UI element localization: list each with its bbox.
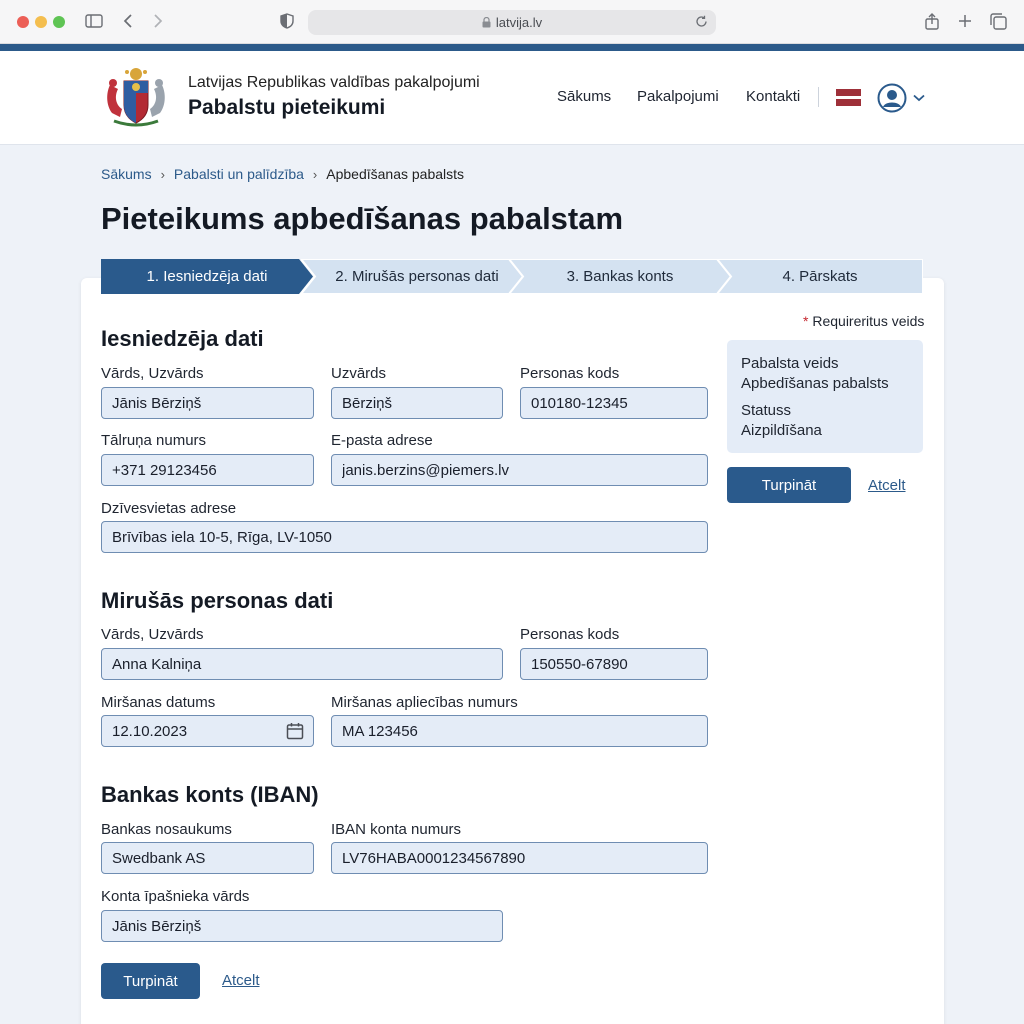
applicant-address-label: Dzīvesvietas adrese <box>101 500 237 517</box>
new-tab-icon[interactable] <box>954 10 976 32</box>
status-value: Aizpildīšana <box>741 422 822 439</box>
step-3-label: 3. Bankas konts <box>566 268 674 285</box>
step-2-label: 2. Mirušās personas dati <box>335 268 499 285</box>
continue-button-bottom[interactable]: Turpināt <box>101 963 200 999</box>
url-text: latvija.lv <box>495 15 543 30</box>
bank-name-label: Bankas nosaukums <box>101 821 232 838</box>
chevron-right-icon: › <box>160 166 165 182</box>
applicant-phone-input[interactable] <box>101 454 314 486</box>
applicant-name-label: Vārds, Uzvārds <box>101 365 204 382</box>
breadcrumb-item-home[interactable]: Sākums <box>101 166 152 182</box>
sidebar-icon[interactable] <box>83 10 105 32</box>
coat-of-arms-logo[interactable] <box>100 65 172 127</box>
chevron-down-icon <box>913 94 925 102</box>
site-title[interactable]: Pabalstu pieteikumi <box>188 96 385 120</box>
benefit-type-label: Pabalsta veids <box>741 355 839 372</box>
breadcrumb-item-current: Apbedīšanas pabalsts <box>326 166 465 182</box>
deceased-name-input[interactable] <box>101 648 503 680</box>
cancel-link-side[interactable]: Atcelt <box>868 477 906 494</box>
benefit-type-value: Apbedīšanas pabalsts <box>741 375 889 392</box>
address-bar[interactable]: latvija.lv <box>308 10 716 35</box>
applicant-personal-code-label: Personas kods <box>520 365 620 382</box>
section-title-applicant: Iesniedzēja dati <box>101 326 264 351</box>
death-certificate-input[interactable] <box>331 715 708 747</box>
tabs-icon[interactable] <box>987 10 1009 32</box>
applicant-name-input[interactable] <box>101 387 314 419</box>
lock-icon <box>482 17 491 28</box>
zoom-window-button[interactable] <box>53 16 65 28</box>
deceased-personal-code-label: Personas kods <box>520 626 620 643</box>
section-title-bank: Bankas konts (IBAN) <box>101 782 319 807</box>
deceased-name-label: Vārds, Uzvārds <box>101 626 204 643</box>
iban-input[interactable] <box>331 842 708 874</box>
step-4-label: 4. Pārskats <box>782 268 858 285</box>
required-note-text: Requireritus veids <box>812 313 925 329</box>
site-header: Latvijas Republikas valdības pakalpojumi… <box>0 51 1024 145</box>
applicant-surname-label: Uzvārds <box>331 365 387 382</box>
calendar-icon[interactable] <box>286 722 304 740</box>
share-icon[interactable] <box>921 10 943 32</box>
nav-item-kontakti[interactable]: Kontakti <box>746 88 800 105</box>
death-certificate-label: Miršanas apliecības numurs <box>331 694 518 711</box>
bank-name-input[interactable] <box>101 842 314 874</box>
deceased-personal-code-input[interactable] <box>520 648 708 680</box>
summary-panel: Pabalsta veids Apbedīšanas pabalsts Stat… <box>727 340 923 453</box>
chevron-right-icon: › <box>312 166 318 182</box>
iban-label: IBAN konta numurs <box>331 821 462 838</box>
status-label: Statuss <box>741 402 792 419</box>
minimize-window-button[interactable] <box>35 16 47 28</box>
browser-toolbar: latvija.lv <box>0 0 1024 44</box>
nav-item-sakums[interactable]: Sākums <box>557 88 611 105</box>
applicant-phone-label: Tālruņa numurs <box>101 432 207 449</box>
step-1[interactable]: 1. Iesniedzēja dati <box>101 259 313 294</box>
user-menu-button[interactable] <box>877 83 927 113</box>
step-3[interactable]: 3. Bankas konts <box>509 259 731 294</box>
account-owner-label: Konta īpašnieka vārds <box>101 888 250 905</box>
reload-icon[interactable] <box>695 15 708 28</box>
latvian-flag-icon[interactable] <box>836 89 861 106</box>
user-avatar-icon <box>877 83 907 113</box>
shield-icon[interactable] <box>276 10 298 32</box>
breadcrumb: Sākums › Pabalsti un palīdzība › Apbedīš… <box>101 166 464 182</box>
continue-button-side[interactable]: Turpināt <box>727 467 851 503</box>
applicant-email-input[interactable] <box>331 454 708 486</box>
forward-icon[interactable] <box>147 10 169 32</box>
accent-stripe <box>0 44 1024 51</box>
close-window-button[interactable] <box>17 16 29 28</box>
step-4[interactable]: 4. Pārskats <box>717 259 923 294</box>
section-title-deceased: Mirušās personas dati <box>101 588 334 613</box>
nav-divider <box>818 87 819 107</box>
step-1-label: 1. Iesniedzēja dati <box>146 268 268 285</box>
step-2[interactable]: 2. Mirušās personas dati <box>301 259 523 294</box>
cancel-link-bottom[interactable]: Atcelt <box>222 972 260 989</box>
applicant-surname-input[interactable] <box>331 387 503 419</box>
death-date-label: Miršanas datums <box>101 694 216 711</box>
progress-stepper: 1. Iesniedzēja dati 2. Mirušās personas … <box>101 259 923 294</box>
back-icon[interactable] <box>117 10 139 32</box>
site-subtitle: Latvijas Republikas valdības pakalpojumi <box>188 74 480 91</box>
applicant-email-label: E-pasta adrese <box>331 432 433 449</box>
applicant-address-input[interactable] <box>101 521 708 553</box>
applicant-personal-code-input[interactable] <box>520 387 708 419</box>
nav-item-pakalpojumi[interactable]: Pakalpojumi <box>637 88 719 105</box>
account-owner-input[interactable] <box>101 910 503 942</box>
death-date-input[interactable] <box>101 715 314 747</box>
breadcrumb-item-benefits[interactable]: Pabalsti un palīdzība <box>174 166 304 182</box>
required-note: * Requireritus veids <box>803 313 925 329</box>
page-title: Pieteikums apbedīšanas pabalstam <box>101 201 624 236</box>
